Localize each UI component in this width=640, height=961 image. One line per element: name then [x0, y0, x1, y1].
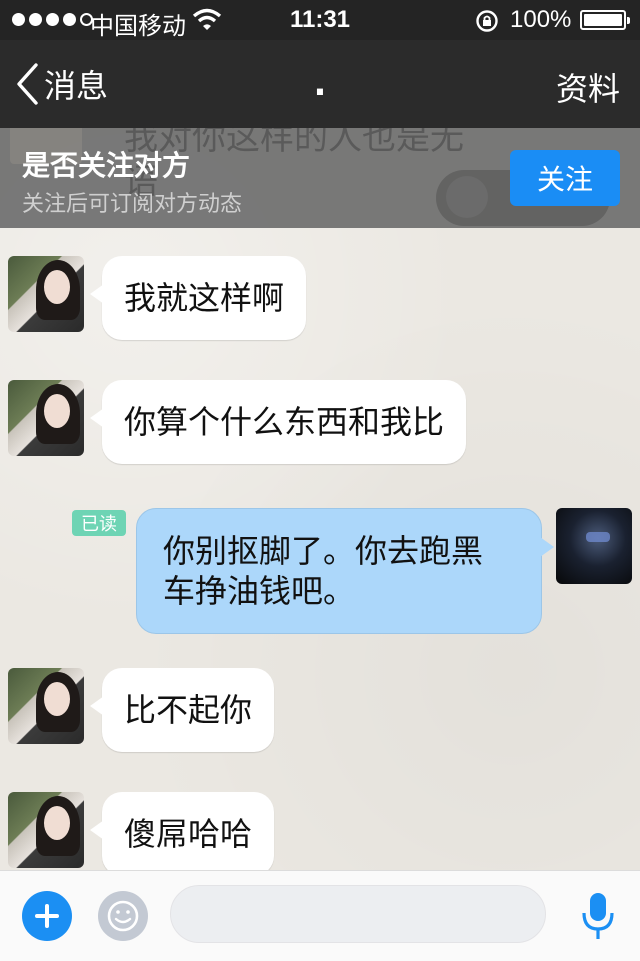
- microphone-icon[interactable]: [578, 889, 618, 945]
- contact-avatar[interactable]: [8, 792, 84, 868]
- battery-icon: [580, 10, 630, 30]
- plus-icon[interactable]: [22, 891, 72, 941]
- follow-banner: 我对你这样的人也是无语 是否关注对方 关注后可订阅对方动态 关注: [0, 128, 640, 228]
- message-bubble-received[interactable]: 我就这样啊: [89, 256, 307, 340]
- message-line: 你别抠脚了。你去跑黑: [163, 532, 484, 570]
- contact-avatar[interactable]: [8, 668, 84, 744]
- follow-title: 是否关注对方: [22, 149, 191, 182]
- location-pin-icon: [446, 176, 488, 218]
- message-bubble-sent[interactable]: 你别抠脚了。你去跑黑 车挣油钱吧。: [136, 508, 554, 634]
- rotation-lock-icon: [476, 10, 498, 32]
- contact-avatar[interactable]: [8, 256, 84, 332]
- contact-avatar[interactable]: [8, 380, 84, 456]
- message-input[interactable]: [170, 885, 546, 943]
- message-line: 车挣油钱吧。: [163, 572, 356, 610]
- emoji-icon[interactable]: [98, 891, 148, 941]
- my-avatar[interactable]: [556, 508, 632, 584]
- follow-subtitle: 关注后可订阅对方动态: [22, 192, 243, 217]
- message-bubble-received[interactable]: 傻屌哈哈: [89, 792, 275, 876]
- input-bar: [0, 870, 640, 961]
- follow-button[interactable]: 关注: [510, 150, 620, 206]
- message-bubble-received[interactable]: 你算个什么东西和我比: [89, 380, 467, 464]
- navigation-bar: 消息 . 资料: [0, 40, 640, 128]
- status-bar: 中国移动 11:31 100%: [0, 0, 640, 40]
- battery-percentage: 100%: [510, 6, 572, 33]
- message-bubble-received[interactable]: 比不起你: [89, 668, 275, 752]
- profile-button[interactable]: 资料: [556, 64, 620, 110]
- page-title: .: [313, 64, 327, 104]
- read-status-badge: 已读: [72, 510, 126, 536]
- smiley-face-icon: [107, 900, 139, 932]
